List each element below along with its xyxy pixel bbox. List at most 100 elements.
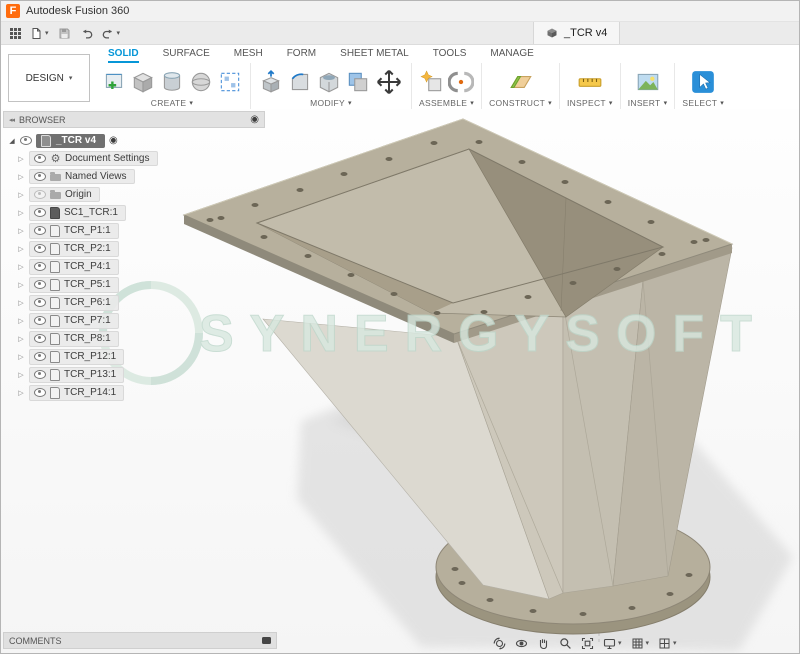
- browser-item-label: TCR_P13:1: [64, 369, 116, 380]
- modify-shell-icon[interactable]: [316, 69, 342, 95]
- assemble-new-component-icon[interactable]: [419, 69, 445, 95]
- visibility-eye-icon[interactable]: [34, 280, 46, 289]
- create-box-icon[interactable]: [130, 69, 156, 95]
- viewports-icon[interactable]: ▾: [658, 637, 677, 650]
- browser-item[interactable]: ▷ Origin: [17, 186, 265, 203]
- expand-icon[interactable]: ▷: [17, 371, 25, 379]
- expand-icon[interactable]: ▷: [17, 263, 25, 271]
- visibility-eye-icon[interactable]: [34, 298, 46, 307]
- browser-item-label: Named Views: [65, 171, 127, 182]
- browser-item[interactable]: ▷ TCR_P14:1: [17, 384, 265, 401]
- inspect-measure-icon[interactable]: [577, 69, 603, 95]
- visibility-eye-icon[interactable]: [34, 334, 46, 343]
- expand-icon[interactable]: ▷: [17, 389, 25, 397]
- tab-surface[interactable]: SURFACE: [163, 48, 210, 63]
- visibility-eye-icon[interactable]: [34, 154, 46, 163]
- pan-icon[interactable]: [537, 637, 550, 650]
- zoom-icon[interactable]: [559, 637, 572, 650]
- expand-icon[interactable]: ▷: [17, 209, 25, 217]
- tab-form[interactable]: FORM: [287, 48, 316, 63]
- undo-icon[interactable]: [80, 27, 93, 40]
- tab-sheet-metal[interactable]: SHEET METAL: [340, 48, 409, 63]
- tab-mesh[interactable]: MESH: [234, 48, 263, 63]
- browser-header[interactable]: ◂◂ BROWSER ◉: [3, 111, 265, 128]
- expand-icon[interactable]: ▷: [17, 317, 25, 325]
- expanded-icon[interactable]: ◢: [8, 137, 16, 145]
- move-tool-icon[interactable]: [374, 67, 404, 97]
- fit-to-window-icon[interactable]: [581, 637, 594, 650]
- expand-icon[interactable]: ▷: [17, 281, 25, 289]
- tab-tools[interactable]: TOOLS: [433, 48, 467, 63]
- visibility-eye-icon[interactable]: [20, 136, 32, 145]
- browser-items: ▷ ⚙ Document Settings ▷ Named Views ▷ Or…: [3, 150, 265, 401]
- app-grid-menu-icon[interactable]: [9, 27, 21, 39]
- browser-item[interactable]: ▷ TCR_P8:1: [17, 330, 265, 347]
- assemble-joint-icon[interactable]: [448, 69, 474, 95]
- expand-icon[interactable]: ▷: [17, 191, 25, 199]
- browser-item[interactable]: ▷ Named Views: [17, 168, 265, 185]
- document-icon: [41, 135, 51, 147]
- tab-manage[interactable]: MANAGE: [490, 48, 533, 63]
- expand-icon[interactable]: ▷: [17, 335, 25, 343]
- modify-fillet-icon[interactable]: [287, 69, 313, 95]
- visibility-eye-icon[interactable]: [34, 316, 46, 325]
- browser-item[interactable]: ▷ SC1_TCR:1: [17, 204, 265, 221]
- expand-icon[interactable]: ▷: [17, 245, 25, 253]
- look-at-icon[interactable]: [515, 637, 528, 650]
- capture-position-icon[interactable]: ◉: [109, 136, 118, 146]
- orbit-icon[interactable]: [493, 637, 506, 650]
- collapse-panel-icon[interactable]: ◂◂: [9, 116, 14, 124]
- browser-item[interactable]: ▷ TCR_P7:1: [17, 312, 265, 329]
- browser-root-item[interactable]: ◢ _TCR v4 ◉: [8, 132, 265, 149]
- group-create: CREATE▾: [94, 63, 250, 111]
- visibility-eye-icon[interactable]: [34, 226, 46, 235]
- visibility-eye-icon[interactable]: [34, 208, 46, 217]
- document-tab[interactable]: _TCR v4: [533, 22, 620, 44]
- design-menu-label: DESIGN: [26, 73, 64, 84]
- chevron-down-icon: ▾: [548, 100, 552, 107]
- browser-item[interactable]: ▷ TCR_P6:1: [17, 294, 265, 311]
- browser-item[interactable]: ▷ TCR_P4:1: [17, 258, 265, 275]
- visibility-eye-icon[interactable]: [34, 190, 46, 199]
- modify-press-pull-icon[interactable]: [258, 69, 284, 95]
- expand-icon[interactable]: ▷: [17, 227, 25, 235]
- browser-item[interactable]: ▷ TCR_P1:1: [17, 222, 265, 239]
- browser-item[interactable]: ▷ TCR_P13:1: [17, 366, 265, 383]
- create-pattern-icon[interactable]: [217, 69, 243, 95]
- viewport-canvas[interactable]: SYNERGYSOFT ◂◂ BROWSER ◉ ◢ _TCR v4 ◉: [1, 109, 799, 653]
- visibility-eye-icon[interactable]: [34, 352, 46, 361]
- insert-image-icon[interactable]: [635, 69, 661, 95]
- visibility-eye-icon[interactable]: [34, 388, 46, 397]
- ribbon-toolbar: DESIGN ▾ SOLID SURFACE MESH FORM SHEET M…: [1, 45, 799, 112]
- visibility-eye-icon[interactable]: [34, 370, 46, 379]
- grid-layout-icon[interactable]: ▾: [631, 637, 650, 650]
- browser-item[interactable]: ▷ TCR_P12:1: [17, 348, 265, 365]
- redo-icon[interactable]: ▾: [102, 27, 121, 40]
- expand-icon[interactable]: ▷: [17, 353, 25, 361]
- save-icon[interactable]: [58, 27, 71, 40]
- design-menu-button[interactable]: DESIGN ▾: [8, 54, 90, 102]
- browser-item[interactable]: ▷ TCR_P2:1: [17, 240, 265, 257]
- modify-combine-icon[interactable]: [345, 69, 371, 95]
- construct-plane-icon[interactable]: [508, 69, 534, 95]
- visibility-eye-icon[interactable]: [34, 262, 46, 271]
- tab-solid[interactable]: SOLID: [108, 48, 139, 63]
- expand-icon[interactable]: ▷: [17, 173, 25, 181]
- browser-item[interactable]: ▷ ⚙ Document Settings: [17, 150, 265, 167]
- comments-bar[interactable]: COMMENTS: [3, 632, 277, 649]
- visibility-eye-icon[interactable]: [34, 172, 46, 181]
- create-sketch-icon[interactable]: [101, 69, 127, 95]
- create-sphere-icon[interactable]: [188, 69, 214, 95]
- display-settings-icon[interactable]: ▾: [603, 637, 622, 650]
- expand-icon[interactable]: ▷: [17, 299, 25, 307]
- panel-options-icon[interactable]: ◉: [250, 115, 259, 125]
- browser-item-label: TCR_P1:1: [64, 225, 111, 236]
- expand-icon[interactable]: ▷: [17, 155, 25, 163]
- create-cylinder-icon[interactable]: [159, 69, 185, 95]
- select-cursor-icon[interactable]: [690, 69, 716, 95]
- new-file-icon[interactable]: ▾: [30, 27, 49, 40]
- comment-bubble-icon[interactable]: [262, 637, 271, 644]
- visibility-eye-icon[interactable]: [34, 244, 46, 253]
- browser-item[interactable]: ▷ TCR_P5:1: [17, 276, 265, 293]
- view-navigation-bar: ▾ ▾ ▾: [493, 637, 677, 650]
